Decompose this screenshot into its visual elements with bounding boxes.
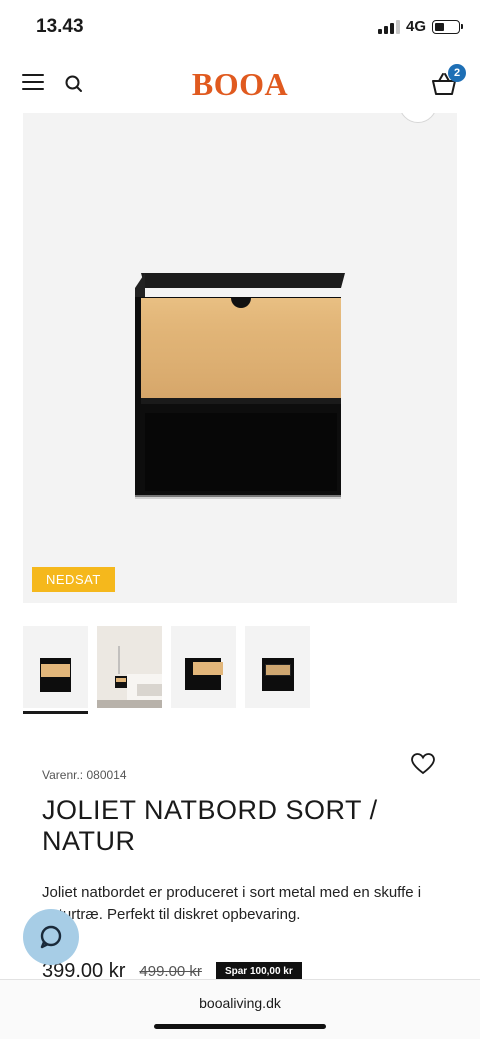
browser-url-bar[interactable]: booaliving.dk bbox=[0, 979, 480, 1039]
thumbnail-bedroom[interactable] bbox=[97, 626, 162, 708]
sale-badge: NEDSAT bbox=[32, 567, 115, 592]
thumbnail-angled[interactable] bbox=[245, 626, 310, 708]
chat-bubble-icon bbox=[40, 925, 62, 949]
battery-icon bbox=[432, 19, 463, 34]
product-page: 13.43 4G BOOA 2 NEDSAT Varenr.: 080014 J… bbox=[0, 0, 480, 1039]
status-bar: 13.43 4G bbox=[0, 0, 480, 56]
url-text: booaliving.dk bbox=[199, 995, 281, 1011]
thumbnail-front[interactable] bbox=[23, 626, 88, 708]
product-sku: Varenr.: 080014 bbox=[42, 768, 127, 782]
product-description: Joliet natbordet er produceret i sort me… bbox=[42, 884, 422, 923]
booa-logo[interactable]: BOOA bbox=[0, 66, 480, 103]
cart-count-badge: 2 bbox=[448, 64, 466, 82]
thumbnail-open-drawer[interactable] bbox=[171, 626, 236, 708]
home-indicator bbox=[154, 1024, 326, 1029]
status-indicators: 4G bbox=[377, 18, 463, 35]
original-price: 499.00 kr bbox=[139, 963, 202, 980]
network-label: 4G bbox=[405, 18, 426, 35]
heart-icon[interactable] bbox=[410, 752, 436, 776]
product-image[interactable]: NEDSAT bbox=[23, 113, 457, 603]
site-header: BOOA 2 bbox=[0, 56, 480, 112]
signal-icon bbox=[377, 19, 400, 34]
active-thumbnail-indicator bbox=[23, 711, 88, 714]
cart-button[interactable]: 2 bbox=[430, 64, 466, 98]
product-title: JOLIET NATBORD SORT / NATUR bbox=[42, 795, 378, 856]
thumbnail-strip bbox=[23, 626, 310, 708]
battery-level bbox=[435, 22, 444, 31]
chat-button[interactable] bbox=[23, 909, 79, 965]
status-time: 13.43 bbox=[36, 16, 84, 37]
nightstand-image bbox=[135, 273, 345, 499]
